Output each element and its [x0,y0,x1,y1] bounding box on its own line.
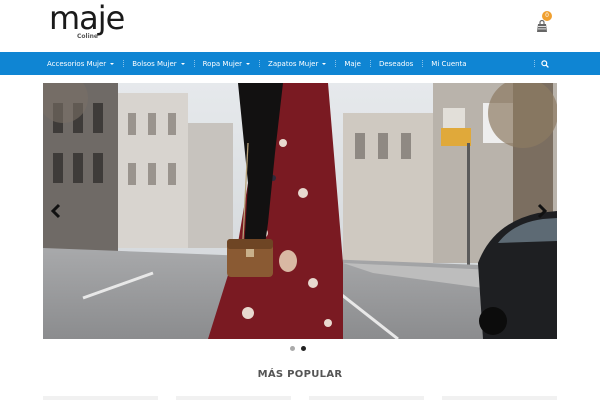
caret-down-icon [110,62,115,65]
product-card[interactable] [309,396,424,400]
search-icon [541,59,549,68]
nav-item-accesorios-mujer[interactable]: Accesorios Mujer [38,52,123,75]
nav-item-label: Maje [344,59,361,68]
hero-slider[interactable] [43,83,557,339]
search-button[interactable] [534,52,556,75]
slider-next-button[interactable] [535,203,549,219]
hero-image [43,83,557,339]
nav-item-label: Accesorios Mujer [47,59,107,68]
slider-dot[interactable] [301,346,306,351]
product-card[interactable] [176,396,291,400]
shopping-bag-icon [537,19,547,32]
caret-down-icon [322,62,327,65]
product-card[interactable] [43,396,158,400]
brand-subtitle: Coline [77,33,98,40]
brand-logo[interactable]: maje Coline [49,1,139,47]
caret-down-icon [180,62,185,65]
nav-item-ropa-mujer[interactable]: Ropa Mujer [193,52,259,75]
product-card[interactable] [442,396,557,400]
site-header: maje Coline 0 [0,0,600,52]
nav-menu: Accesorios Mujer Bolsos Mujer Ropa Mujer Za… [38,52,476,75]
nav-item-label: Mi Cuenta [431,59,467,68]
nav-item-label: Deseados [378,59,414,68]
nav-item-mi-cuenta[interactable]: Mi Cuenta [422,52,475,75]
main-navigation: Accesorios Mujer Bolsos Mujer Ropa Mujer Za… [0,52,600,75]
chevron-left-icon [50,203,61,219]
nav-item-maje[interactable]: Maje [335,52,370,75]
popular-section-title: MÁS POPULAR [257,369,343,380]
chevron-right-icon [537,203,548,219]
slider-dot[interactable] [290,346,295,351]
cart-count-badge: 0 [542,11,552,21]
caret-down-icon [246,62,251,65]
slider-dots [290,346,306,351]
slider-prev-button[interactable] [49,203,63,219]
nav-item-label: Bolsos Mujer [132,59,177,68]
nav-item-deseados[interactable]: Deseados [369,52,422,75]
nav-item-label: Zapatos Mujer [268,59,319,68]
nav-item-bolsos-mujer[interactable]: Bolsos Mujer [123,52,193,75]
nav-item-zapatos-mujer[interactable]: Zapatos Mujer [259,52,335,75]
brand-name: maje [49,0,125,37]
nav-item-label: Ropa Mujer [202,59,243,68]
